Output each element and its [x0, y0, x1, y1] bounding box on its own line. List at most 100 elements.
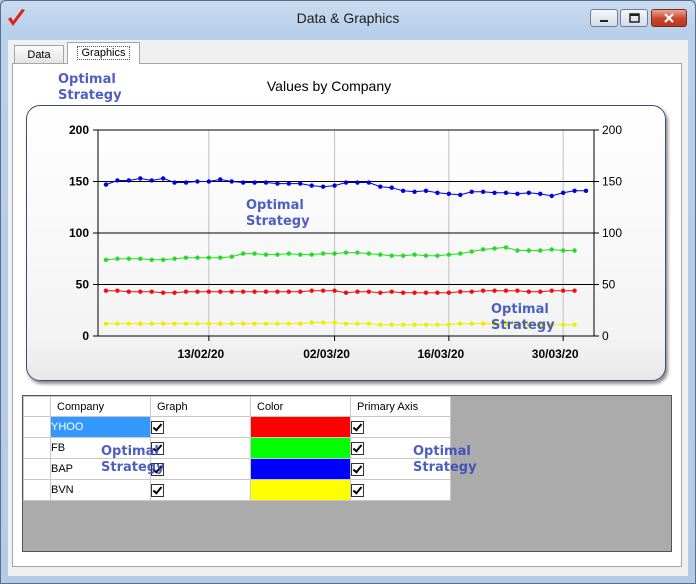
graph-cell[interactable]	[150, 479, 251, 501]
data-point	[263, 180, 269, 185]
primary-axis-checkbox[interactable]	[351, 483, 364, 497]
table-row[interactable]: BVN	[23, 479, 451, 501]
company-table: Company Graph Color Primary Axis YHOO FB B…	[23, 396, 451, 501]
company-cell[interactable]: BVN	[50, 479, 151, 501]
data-point	[378, 290, 383, 295]
data-point	[240, 251, 246, 256]
row-header[interactable]	[23, 479, 51, 501]
data-point	[115, 321, 120, 326]
data-point	[446, 290, 452, 295]
data-point	[343, 250, 349, 255]
watermark-4-line1: Optimal	[101, 444, 159, 459]
minimize-icon	[600, 20, 608, 22]
maximize-button[interactable]	[620, 9, 648, 27]
data-point	[560, 248, 566, 253]
primary-axis-checkbox[interactable]	[351, 420, 364, 434]
row-header[interactable]	[23, 437, 51, 459]
data-point	[389, 322, 394, 327]
graph-checkbox[interactable]	[151, 483, 164, 497]
data-point	[298, 289, 303, 294]
close-button[interactable]	[651, 9, 687, 27]
y-tick-label: 200	[69, 123, 89, 137]
data-point	[218, 321, 223, 326]
primary-axis-checkbox[interactable]	[351, 441, 364, 455]
color-cell[interactable]	[250, 416, 351, 438]
data-point	[149, 178, 154, 183]
data-point	[138, 256, 143, 261]
title-bar[interactable]: Data & Graphics	[1, 1, 695, 35]
data-point	[378, 322, 383, 327]
data-point	[138, 176, 143, 181]
watermark-5-line2: Strategy	[413, 460, 477, 475]
graph-cell[interactable]	[150, 416, 251, 438]
data-point	[549, 193, 554, 199]
data-point	[538, 191, 543, 197]
watermark-2-line2: Strategy	[246, 214, 310, 229]
data-point	[115, 178, 120, 183]
data-point	[218, 177, 223, 182]
data-point	[446, 191, 452, 197]
data-point	[458, 251, 463, 256]
column-header-graph[interactable]: Graph	[150, 396, 251, 417]
row-header[interactable]	[23, 458, 51, 480]
column-header-primary-axis[interactable]: Primary Axis	[350, 396, 451, 417]
x-tick-label: 30/03/20	[532, 347, 579, 361]
minimize-button[interactable]	[590, 9, 618, 27]
data-point	[195, 289, 200, 294]
data-point	[492, 190, 497, 196]
row-header-corner[interactable]	[23, 396, 51, 417]
primary-axis-cell[interactable]	[350, 479, 451, 501]
data-point	[275, 321, 280, 326]
column-header-color[interactable]: Color	[250, 396, 351, 417]
data-point	[538, 248, 543, 253]
close-icon	[664, 13, 674, 23]
table-row[interactable]: YHOO	[23, 416, 451, 438]
tab-graphics[interactable]: Graphics	[67, 42, 140, 64]
data-point	[309, 288, 314, 293]
data-point	[149, 289, 154, 294]
primary-axis-cell[interactable]	[350, 416, 451, 438]
row-header[interactable]	[23, 416, 51, 438]
graph-cell[interactable]	[150, 437, 251, 459]
data-point	[435, 322, 440, 327]
maximize-icon	[629, 13, 640, 23]
data-point	[263, 252, 269, 257]
data-point	[206, 321, 212, 326]
color-cell[interactable]	[250, 479, 351, 501]
data-point	[435, 253, 440, 258]
table-row[interactable]: FB	[23, 437, 451, 459]
data-point	[560, 322, 566, 327]
data-point	[240, 321, 246, 326]
data-point	[343, 321, 349, 326]
data-point	[309, 252, 314, 257]
graph-checkbox[interactable]	[151, 420, 164, 434]
tab-data[interactable]: Data	[14, 45, 64, 63]
primary-axis-checkbox[interactable]	[351, 462, 364, 476]
y2-tick-label: 50	[602, 278, 616, 292]
data-point	[263, 289, 269, 294]
data-point	[343, 180, 349, 185]
data-point	[332, 251, 337, 256]
data-point	[503, 288, 509, 293]
color-swatch	[251, 459, 350, 479]
data-point	[126, 256, 132, 261]
data-point	[343, 290, 349, 295]
table-row[interactable]: BAP	[23, 458, 451, 480]
graph-cell[interactable]	[150, 458, 251, 480]
company-cell[interactable]: YHOO	[50, 416, 151, 438]
data-point	[320, 251, 326, 256]
data-point	[400, 188, 406, 193]
column-header-company[interactable]: Company	[50, 396, 151, 417]
data-point	[320, 320, 326, 325]
data-point	[172, 180, 177, 185]
color-cell[interactable]	[250, 437, 351, 459]
data-point	[423, 188, 429, 193]
data-point	[115, 288, 120, 293]
data-point	[366, 321, 372, 326]
data-point	[400, 253, 406, 258]
color-cell[interactable]	[250, 458, 351, 480]
data-point	[400, 290, 406, 295]
data-point	[366, 251, 372, 256]
data-point	[526, 248, 532, 253]
data-point	[286, 321, 292, 326]
